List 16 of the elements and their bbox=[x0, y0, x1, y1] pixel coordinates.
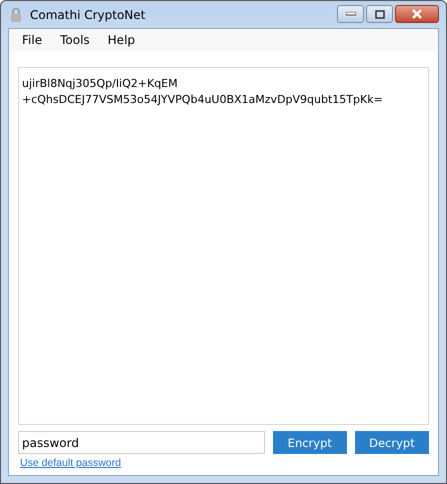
minimize-button[interactable] bbox=[337, 5, 364, 23]
padlock-icon bbox=[10, 6, 22, 22]
minimize-icon bbox=[346, 12, 356, 16]
close-icon bbox=[411, 9, 423, 19]
maximize-icon bbox=[374, 10, 384, 18]
action-button[interactable]: Encrypt bbox=[272, 431, 347, 454]
menu-item[interactable]: File bbox=[13, 33, 52, 47]
menu-item[interactable]: Tools bbox=[51, 33, 99, 47]
output-text-area[interactable]: ujirBl8Nqj305Qp/IiQ2+KqEM +cQhsDCEJ77VSM53o54JYVPQb4uU0BX1aMzvDpV9qubt15TpKk= bbox=[18, 67, 429, 425]
menu-item[interactable]: Help bbox=[98, 33, 144, 47]
maximize-button[interactable] bbox=[366, 5, 393, 23]
window-title: Comathi CryptoNet bbox=[30, 8, 146, 22]
default-password-link[interactable]: Use default password bbox=[18, 457, 121, 469]
close-button[interactable] bbox=[395, 5, 439, 23]
action-button[interactable]: Decrypt bbox=[354, 431, 429, 454]
password-field[interactable]: password bbox=[18, 431, 265, 454]
